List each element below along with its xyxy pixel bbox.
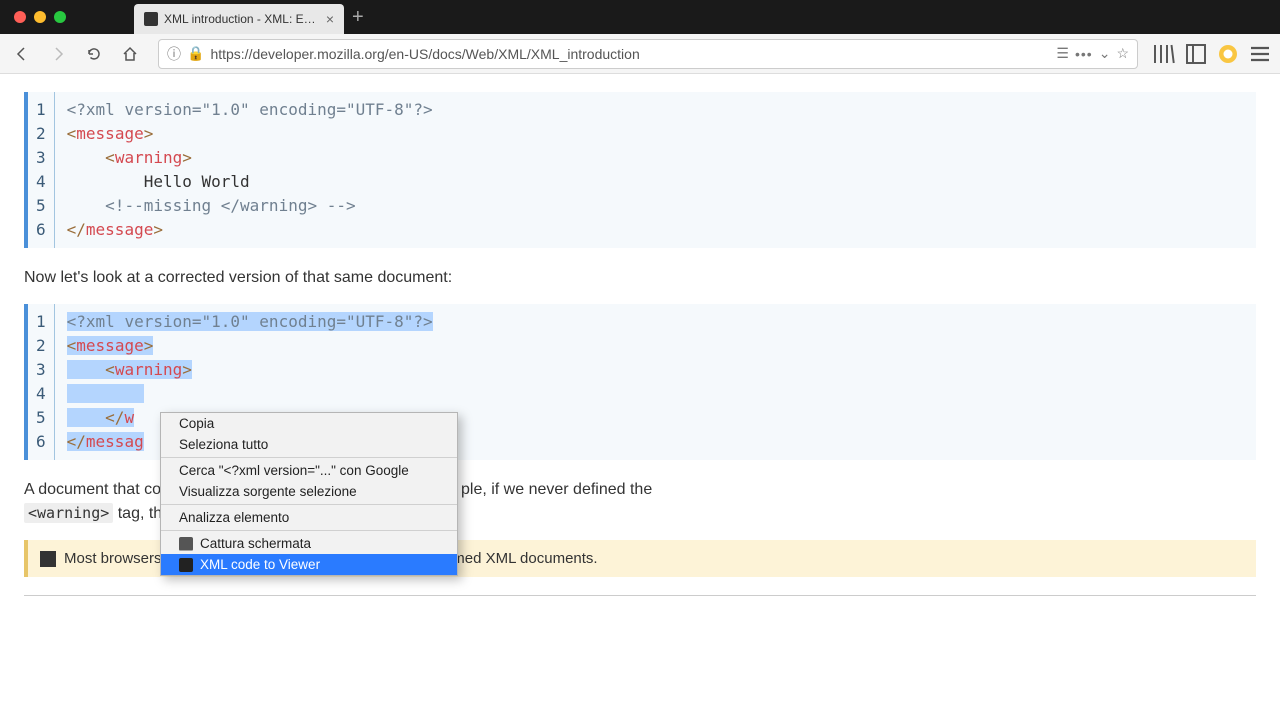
forward-button[interactable]: [44, 40, 72, 68]
note-icon: [40, 551, 56, 567]
back-button[interactable]: [8, 40, 36, 68]
inline-code: <warning>: [24, 503, 113, 523]
bookmark-star-icon[interactable]: ☆: [1116, 45, 1129, 62]
line-numbers: 1 2 3 4 5 6: [28, 304, 55, 460]
reload-button[interactable]: [80, 40, 108, 68]
pocket-icon[interactable]: ⌄: [1099, 45, 1111, 62]
close-window-button[interactable]: [14, 11, 26, 23]
cm-xml-viewer[interactable]: XML code to Viewer: [161, 554, 457, 575]
page-actions-icon[interactable]: •••: [1075, 46, 1093, 62]
tab-favicon: [144, 12, 158, 26]
code-content[interactable]: <?xml version="1.0" encoding="UTF-8"?> <…: [55, 92, 1256, 248]
code-block-1: 1 2 3 4 5 6 <?xml version="1.0" encoding…: [24, 92, 1256, 248]
cm-inspect-element[interactable]: Analizza elemento: [161, 507, 457, 528]
reader-mode-icon[interactable]: ☰: [1056, 45, 1069, 62]
menu-button[interactable]: [1248, 42, 1272, 66]
cm-view-source[interactable]: Visualizza sorgente selezione: [161, 481, 457, 502]
xml-icon: [179, 558, 193, 572]
cm-select-all[interactable]: Seleziona tutto: [161, 434, 457, 455]
minimize-window-button[interactable]: [34, 11, 46, 23]
maximize-window-button[interactable]: [54, 11, 66, 23]
browser-tab[interactable]: XML introduction - XML: Extens ×: [134, 4, 344, 34]
cm-separator: [161, 504, 457, 505]
sidebar-icon[interactable]: [1184, 42, 1208, 66]
line-numbers: 1 2 3 4 5 6: [28, 92, 55, 248]
new-tab-button[interactable]: +: [344, 6, 372, 29]
context-menu: Copia Seleziona tutto Cerca "<?xml versi…: [160, 412, 458, 576]
tab-title: XML introduction - XML: Extens: [164, 12, 320, 26]
library-icon[interactable]: [1152, 42, 1176, 66]
address-bar[interactable]: ⓘ 🔒 https://developer.mozilla.org/en-US/…: [158, 39, 1138, 69]
browser-toolbar: ⓘ 🔒 https://developer.mozilla.org/en-US/…: [0, 34, 1280, 74]
extension-icon[interactable]: [1216, 42, 1240, 66]
toolbar-right: [1152, 42, 1272, 66]
close-tab-icon[interactable]: ×: [326, 11, 334, 27]
cm-copy[interactable]: Copia: [161, 413, 457, 434]
cm-separator: [161, 457, 457, 458]
cm-screenshot[interactable]: Cattura schermata: [161, 533, 457, 554]
cm-separator: [161, 530, 457, 531]
cm-search-google[interactable]: Cerca "<?xml version="..." con Google: [161, 460, 457, 481]
info-icon[interactable]: ⓘ: [167, 44, 181, 64]
page-content: 1 2 3 4 5 6 <?xml version="1.0" encoding…: [0, 74, 1280, 701]
window-titlebar: XML introduction - XML: Extens × +: [0, 0, 1280, 34]
scissors-icon: [179, 537, 193, 551]
paragraph-1: Now let's look at a corrected version of…: [24, 266, 1256, 290]
window-controls: [8, 11, 66, 23]
lock-icon: 🔒: [187, 45, 204, 62]
tab-strip: XML introduction - XML: Extens × +: [134, 0, 372, 34]
separator: [24, 595, 1256, 596]
home-button[interactable]: [116, 40, 144, 68]
url-text: https://developer.mozilla.org/en-US/docs…: [210, 46, 1050, 62]
